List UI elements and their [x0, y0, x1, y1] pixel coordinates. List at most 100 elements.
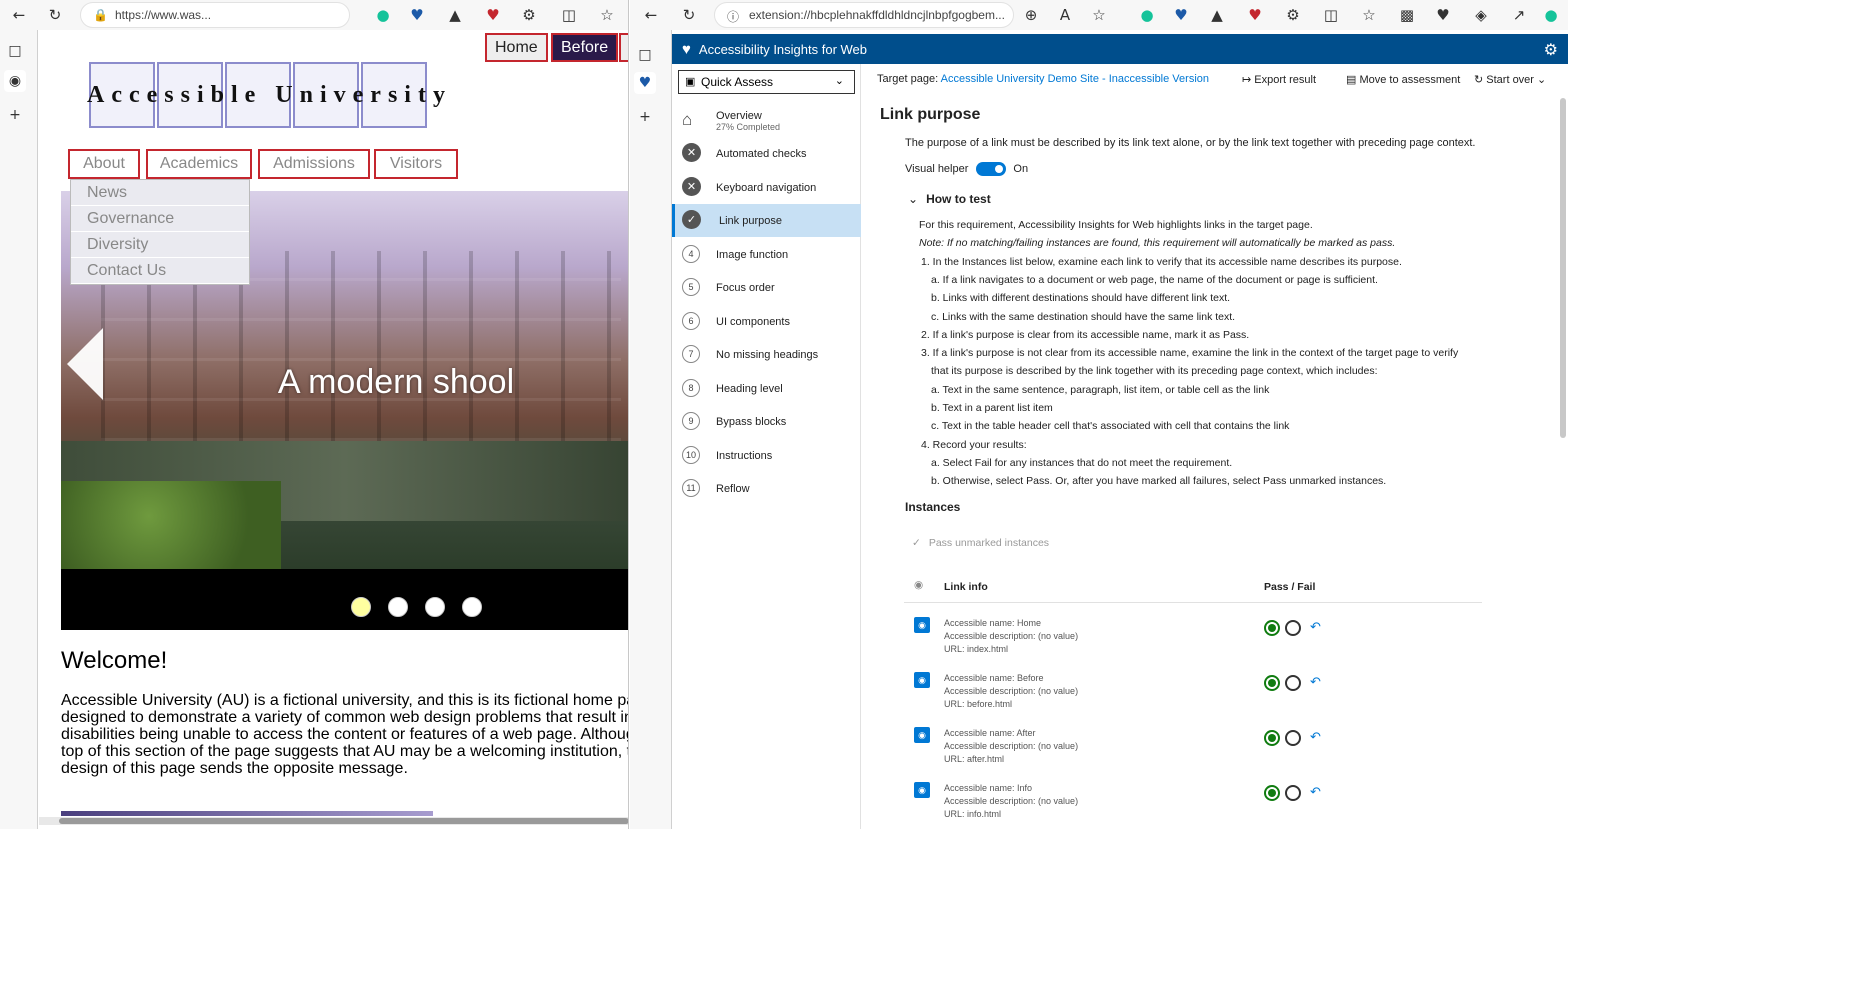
dropdown-item-contact[interactable]: Contact Us [71, 258, 249, 284]
eye-icon[interactable]: ◉ [914, 672, 930, 688]
fail-radio[interactable] [1285, 730, 1301, 746]
gear-icon[interactable]: ⚙ [1544, 40, 1558, 60]
nav-focus-order[interactable]: 5 Focus order [672, 271, 861, 304]
accessible-description: Accessible description: (no value) [944, 686, 1079, 696]
fail-radio[interactable] [1285, 785, 1301, 801]
home-link[interactable]: Home [485, 33, 548, 62]
split-screen-icon[interactable]: ◫ [1320, 4, 1342, 26]
fail-radio[interactable] [1285, 620, 1301, 636]
nav-reflow[interactable]: 11 Reflow [672, 472, 861, 505]
after-link[interactable] [619, 33, 628, 62]
address-bar[interactable]: ⓘ extension://hbcplehnakffdldhldncjlnbpf… [714, 2, 1014, 28]
extension-heart-icon[interactable]: ♥ [1170, 4, 1192, 26]
pass-radio[interactable] [1264, 620, 1280, 636]
nav-admissions[interactable]: Admissions [258, 149, 370, 179]
start-over-button[interactable]: ↻ Start over ⌄ [1474, 73, 1546, 86]
undo-icon[interactable]: ↶ [1310, 784, 1321, 800]
vertical-scrollbar[interactable] [1560, 98, 1566, 438]
tabs-icon[interactable]: □ [634, 44, 656, 66]
undo-icon[interactable]: ↶ [1310, 674, 1321, 690]
carousel-dot-4[interactable] [462, 597, 482, 617]
extension-cube-icon[interactable]: ▲ [1206, 4, 1228, 26]
nav-image-function[interactable]: 4 Image function [672, 238, 861, 271]
overview-label: Overview [716, 109, 762, 122]
performance-icon[interactable]: ♥ [1432, 4, 1454, 26]
hero-image-trees [61, 481, 281, 569]
nav-automated-checks[interactable]: ✕ Automated checks [672, 137, 861, 170]
read-aloud-icon[interactable]: A [1054, 4, 1076, 26]
grammarly-icon[interactable]: ● [1136, 4, 1158, 26]
carousel-dot-1[interactable] [351, 597, 371, 617]
address-bar[interactable]: 🔒 https://www.was... [80, 2, 350, 28]
nav-link-purpose[interactable]: ✓ Link purpose [672, 204, 861, 237]
copilot-icon[interactable]: ● [1540, 4, 1562, 26]
add-icon[interactable]: + [4, 104, 26, 126]
nav-overview[interactable]: ⌂ Overview 27% Completed [672, 104, 861, 137]
grammarly-icon[interactable]: ● [372, 4, 394, 26]
undo-icon[interactable]: ↶ [1310, 729, 1321, 745]
nav-ui-components[interactable]: 6 UI components [672, 305, 861, 338]
favorite-icon[interactable]: ☆ [1088, 4, 1110, 26]
scrollbar-thumb[interactable] [59, 818, 628, 824]
pass-unmarked-button[interactable]: ✓ Pass unmarked instances [912, 537, 1049, 549]
refresh-icon[interactable]: ↻ [678, 4, 700, 26]
pass-radio[interactable] [1264, 785, 1280, 801]
fail-radio[interactable] [1285, 675, 1301, 691]
pass-radio[interactable] [1264, 730, 1280, 746]
nav-bypass-blocks[interactable]: 9 Bypass blocks [672, 405, 861, 438]
extension-red-icon[interactable]: ♥ [482, 4, 504, 26]
collections-icon[interactable]: ▩ [1396, 4, 1418, 26]
split-screen-icon[interactable]: ◫ [558, 4, 580, 26]
nav-instructions[interactable]: 10 Instructions [672, 439, 861, 472]
nav-no-missing-headings[interactable]: 7 No missing headings [672, 338, 861, 371]
browser-essentials-icon[interactable]: ◈ [1470, 4, 1492, 26]
dropdown-item-governance[interactable]: Governance [71, 206, 249, 232]
carousel-dot-2[interactable] [388, 597, 408, 617]
back-icon[interactable]: ← [640, 4, 662, 26]
before-link[interactable]: Before [551, 33, 619, 62]
back-icon[interactable]: ← [8, 4, 30, 26]
eye-icon[interactable]: ◉ [914, 579, 923, 591]
visual-helper-toggle[interactable] [976, 162, 1007, 176]
university-logo[interactable]: Accessible University [87, 62, 445, 130]
accessible-name: Accessible name: After [944, 728, 1036, 738]
export-result-button[interactable]: ↦ Export result [1242, 73, 1316, 86]
failed-icon: ✕ [682, 177, 701, 196]
nav-visitors[interactable]: Visitors [374, 149, 458, 179]
share-icon[interactable]: ↗ [1508, 4, 1530, 26]
tabs-icon[interactable]: □ [4, 40, 26, 62]
move-to-assessment-button[interactable]: ▤ Move to assessment [1346, 73, 1460, 86]
dropdown-item-diversity[interactable]: Diversity [71, 232, 249, 258]
undo-icon[interactable]: ↶ [1310, 619, 1321, 635]
extensions-icon[interactable]: ⚙ [518, 4, 540, 26]
nav-keyboard-navigation[interactable]: ✕ Keyboard navigation [672, 171, 861, 204]
nav-academics[interactable]: Academics [146, 149, 252, 179]
nav-heading-level[interactable]: 8 Heading level [672, 372, 861, 405]
eye-icon[interactable]: ◉ [914, 727, 930, 743]
eye-icon[interactable]: ◉ [914, 617, 930, 633]
accessibility-insights-icon[interactable]: ♥ [634, 72, 656, 94]
carousel-dot-3[interactable] [425, 597, 445, 617]
extension-red-icon[interactable]: ♥ [1244, 4, 1266, 26]
extension-heart-icon[interactable]: ♥ [406, 4, 428, 26]
table-row: ◉ Accessible name: Home Accessible descri… [904, 607, 1482, 661]
pass-radio[interactable] [1264, 675, 1280, 691]
favorites-icon[interactable]: ☆ [1358, 4, 1380, 26]
carousel-prev-arrow-icon[interactable] [67, 328, 103, 400]
instruction-line: b. Text in a parent list item [931, 402, 1053, 414]
nav-label: Bypass blocks [716, 415, 787, 428]
horizontal-scrollbar[interactable] [39, 817, 628, 825]
add-icon[interactable]: + [634, 106, 656, 128]
favorites-icon[interactable]: ☆ [596, 4, 618, 26]
quick-assess-dropdown[interactable]: ▣ Quick Assess ⌄ [678, 70, 855, 94]
eye-icon[interactable]: ◉ [914, 782, 930, 798]
extensions-icon[interactable]: ⚙ [1282, 4, 1304, 26]
how-to-test-toggle[interactable]: ⌄ How to test [908, 192, 991, 206]
target-page-link[interactable]: Accessible University Demo Site - Inacce… [941, 73, 1209, 85]
education-icon[interactable]: ◉ [4, 70, 26, 92]
extension-cube-icon[interactable]: ▲ [444, 4, 466, 26]
zoom-icon[interactable]: ⊕ [1020, 4, 1042, 26]
refresh-icon[interactable]: ↻ [44, 4, 66, 26]
dropdown-item-news[interactable]: News [71, 180, 249, 206]
nav-about[interactable]: About [68, 149, 140, 179]
